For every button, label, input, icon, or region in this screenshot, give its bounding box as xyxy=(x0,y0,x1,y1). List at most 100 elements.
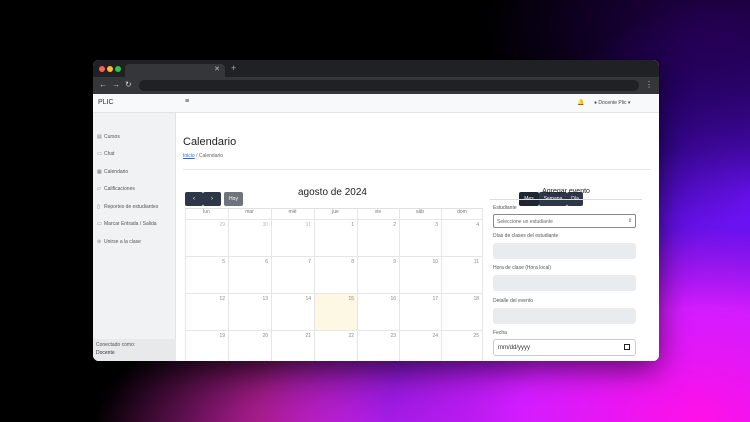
sidebar-item-calificaciones[interactable]: ▱ Calificaciones xyxy=(97,186,135,192)
breadcrumb-separator: / xyxy=(196,153,198,159)
day-cell-number[interactable]: 12 xyxy=(215,296,225,302)
grades-icon: ▱ xyxy=(97,186,101,192)
grid-line xyxy=(185,256,483,257)
tab-close-icon[interactable]: ✕ xyxy=(214,65,220,73)
day-cell-number[interactable]: 22 xyxy=(344,333,354,339)
day-cell-number[interactable]: 9 xyxy=(386,259,396,265)
day-cell-number[interactable]: 5 xyxy=(215,259,225,265)
browser-menu-icon[interactable]: ⋮ xyxy=(645,80,653,89)
browser-titlebar: ✕ + xyxy=(93,60,659,77)
hour-field xyxy=(493,275,636,291)
day-cell-number[interactable]: 24 xyxy=(428,333,438,339)
date-label: Fecha xyxy=(493,330,507,336)
calendar-picker-icon[interactable] xyxy=(624,344,630,350)
sidebar-item-label: Marcar Entrada / Salida xyxy=(104,221,157,227)
day-header: sáb xyxy=(415,209,425,215)
sidebar-item-unirse[interactable]: ⊘ Unirse a la clase xyxy=(97,239,141,245)
user-name: Docente Plic xyxy=(598,100,627,106)
day-cell-number[interactable]: 16 xyxy=(386,296,396,302)
date-input[interactable]: mm/dd/yyyy xyxy=(493,339,636,356)
bell-icon[interactable]: 🔔 xyxy=(577,99,584,106)
page-title: Calendario xyxy=(183,136,237,148)
day-cell-number[interactable]: 4 xyxy=(469,222,479,228)
day-cell-number[interactable]: 18 xyxy=(469,296,479,302)
day-cell-number[interactable]: 11 xyxy=(469,259,479,265)
browser-tab[interactable]: ✕ xyxy=(125,64,225,77)
sidebar-item-reportes[interactable]: ▯ Reportes de estudiantes xyxy=(97,204,158,210)
breadcrumb-current: Calendario xyxy=(198,153,224,159)
new-tab-icon[interactable]: + xyxy=(231,63,236,73)
sidebar-item-label: Chat xyxy=(104,151,115,157)
day-cell-number[interactable]: 1 xyxy=(344,222,354,228)
day-cell-number[interactable]: 29 xyxy=(215,222,225,228)
grid-line xyxy=(271,209,272,361)
days-field xyxy=(493,243,636,259)
student-select[interactable]: Seleccione un estudiante ⇕ xyxy=(493,214,636,228)
grid-line xyxy=(228,209,229,361)
day-cell-number[interactable]: 21 xyxy=(301,333,311,339)
days-label: Días de clases del estudiante xyxy=(493,233,559,239)
forward-icon[interactable]: → xyxy=(112,80,120,89)
minimize-window-icon[interactable] xyxy=(107,66,113,72)
reload-icon[interactable]: ↻ xyxy=(125,80,132,89)
day-cell-number[interactable]: 6 xyxy=(258,259,268,265)
day-header: dom xyxy=(457,209,467,215)
prev-month-button[interactable]: ‹ xyxy=(185,192,203,206)
next-month-button[interactable]: › xyxy=(203,192,221,206)
sidebar-item-label: Cursos xyxy=(104,134,120,140)
header-divider xyxy=(183,169,651,170)
day-header: vie xyxy=(374,209,382,215)
day-cell-number[interactable]: 8 xyxy=(344,259,354,265)
sidebar-item-chat[interactable]: ▭ Chat xyxy=(97,151,115,157)
brand-logo[interactable]: PLIC xyxy=(98,99,114,106)
day-header: jue xyxy=(332,209,339,215)
day-cell-number[interactable]: 13 xyxy=(258,296,268,302)
sidebar-item-label: Calificaciones xyxy=(104,186,135,192)
day-cell-number[interactable]: 2 xyxy=(386,222,396,228)
sidebar-item-label: Calendario xyxy=(104,169,129,175)
day-header: mar xyxy=(245,209,254,215)
day-cell-number[interactable]: 15 xyxy=(344,296,354,302)
day-cell-number[interactable]: 3 xyxy=(428,222,438,228)
grid-line xyxy=(441,209,442,361)
form-title: Agregar evento xyxy=(542,188,590,195)
sidebar-item-cursos[interactable]: ▤ Cursos xyxy=(97,134,120,140)
grid-line xyxy=(185,219,483,220)
day-cell-number[interactable]: 31 xyxy=(301,222,311,228)
grid-line xyxy=(185,293,483,294)
user-icon: ● xyxy=(594,100,598,106)
back-icon[interactable]: ← xyxy=(99,80,107,89)
menu-toggle-icon[interactable]: ≡ xyxy=(185,98,189,105)
breadcrumb-home-link[interactable]: Inicio xyxy=(183,153,195,159)
grid-line xyxy=(185,209,186,361)
today-button[interactable]: Hoy xyxy=(224,192,243,206)
grid-line xyxy=(399,209,400,361)
day-cell-number[interactable]: 20 xyxy=(258,333,268,339)
chat-icon: ▭ xyxy=(97,151,102,157)
maximize-window-icon[interactable] xyxy=(115,66,121,72)
sidebar-item-marcar[interactable]: ▭ Marcar Entrada / Salida xyxy=(97,221,157,227)
address-bar[interactable] xyxy=(139,80,639,91)
sidebar-item-calendario[interactable]: ▦ Calendario xyxy=(97,169,128,175)
day-cell-number[interactable]: 14 xyxy=(301,296,311,302)
calendar-title: agosto de 2024 xyxy=(298,187,367,198)
logged-in-user: Docente xyxy=(96,350,115,356)
sidebar-footer: Conectado como: Docente xyxy=(93,339,176,361)
form-divider xyxy=(490,199,642,200)
day-cell-number[interactable]: 30 xyxy=(258,222,268,228)
day-cell-number[interactable]: 23 xyxy=(386,333,396,339)
day-cell-number[interactable]: 10 xyxy=(428,259,438,265)
main-content: Calendario Inicio / Calendario ‹ › Hoy a… xyxy=(177,113,659,361)
sidebar-item-label: Unirse a la clase xyxy=(104,239,141,245)
day-cell-number[interactable]: 7 xyxy=(301,259,311,265)
select-arrows-icon: ⇕ xyxy=(627,218,632,224)
close-window-icon[interactable] xyxy=(99,66,105,72)
day-cell-number[interactable]: 19 xyxy=(215,333,225,339)
user-menu[interactable]: ● Docente Plic ▾ xyxy=(594,100,630,106)
calendar-icon: ▦ xyxy=(97,169,102,175)
day-cell-number[interactable]: 25 xyxy=(469,333,479,339)
day-cell-number[interactable]: 17 xyxy=(428,296,438,302)
day-header: mié xyxy=(288,209,297,215)
grid-line xyxy=(185,330,483,331)
breadcrumb: Inicio / Calendario xyxy=(183,153,223,159)
